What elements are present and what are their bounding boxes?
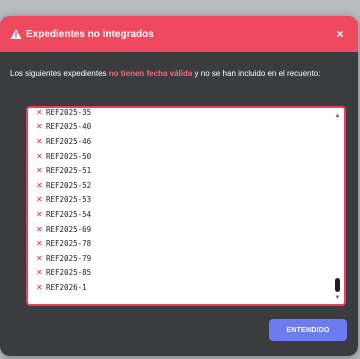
message-text-start: Los siguientes expedientes [10,69,109,78]
record-reference: REF2025-51 [46,166,92,176]
list-item: ✕ REF2025-79 [28,251,330,266]
records-list-box[interactable]: ✕ REF2025-35 ✕ REF2025-40 ✕ REF2025-46 ✕ REF202… [26,106,346,306]
list-item: ✕ REF2025-35 [28,107,330,120]
x-mark-icon: ✕ [36,151,43,161]
message-text-end: y no se han incluido en el recuento: [192,69,321,78]
x-mark-icon: ✕ [36,122,43,132]
x-mark-icon: ✕ [36,195,43,205]
x-mark-icon: ✕ [36,224,43,234]
x-mark-icon: ✕ [36,180,43,190]
record-reference: REF2025-85 [46,268,92,278]
records-list: ✕ REF2025-35 ✕ REF2025-40 ✕ REF2025-46 ✕ REF202… [28,107,330,295]
record-reference: REF2025-40 [46,122,92,132]
scroll-up-arrow-icon[interactable]: ▲ [333,112,342,120]
close-button[interactable]: × [332,26,348,42]
list-item: ✕ REF2025-52 [28,178,330,193]
record-reference: REF2025-78 [46,239,92,249]
list-item: ✕ REF2026-1 [28,280,330,295]
x-mark-icon: ✕ [36,136,43,146]
x-mark-icon: ✕ [36,209,43,219]
record-reference: REF2025-53 [46,195,92,205]
list-item: ✕ REF2025-54 [28,207,330,222]
x-mark-icon: ✕ [36,166,43,176]
x-mark-icon: ✕ [36,282,43,292]
record-reference: REF2025-46 [46,136,92,146]
list-item: ✕ REF2025-40 [28,120,330,135]
record-reference: REF2025-35 [46,107,92,117]
warning-icon [10,29,22,39]
record-reference: REF2025-52 [46,180,92,190]
scroll-down-arrow-icon[interactable]: ▼ [333,294,342,302]
list-item: ✕ REF2025-46 [28,134,330,149]
list-item: ✕ REF2025-53 [28,193,330,208]
list-item: ✕ REF2025-78 [28,236,330,251]
x-mark-icon: ✕ [36,253,43,263]
list-item: ✕ REF2025-50 [28,149,330,164]
list-item: ✕ REF2025-85 [28,266,330,281]
x-mark-icon: ✕ [36,239,43,249]
list-scrollbar[interactable]: ▲ ▼ [333,110,342,302]
x-mark-icon: ✕ [36,268,43,278]
list-item: ✕ REF2025-51 [28,163,330,178]
record-reference: REF2025-50 [46,151,92,161]
message-highlight: no tienen fecha válida [108,69,193,78]
dialog-message: Los siguientes expedientes no tienen fec… [10,69,348,79]
list-item: ✕ REF2025-69 [28,222,330,237]
dialog-title: Expedientes no integrados [26,28,154,40]
understood-button[interactable]: ENTENDIDO [269,319,347,341]
record-reference: REF2026-1 [46,282,87,292]
dialog-header: Expedientes no integrados × [0,16,358,52]
record-reference: REF2025-69 [46,224,92,234]
record-reference: REF2025-79 [46,253,92,263]
x-mark-icon: ✕ [36,107,43,117]
record-reference: REF2025-54 [46,209,92,219]
scroll-thumb[interactable] [335,278,340,292]
